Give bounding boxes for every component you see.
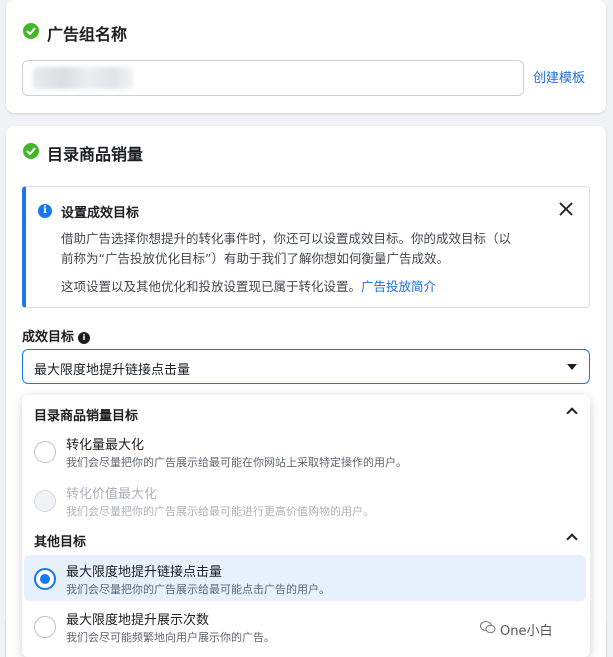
info-line-1: 借助广告选择你想提升的转化事件时，你还可以设置成效目标。你的成效目标（以 xyxy=(61,231,512,246)
check-circle-icon xyxy=(23,23,39,39)
ad-group-name-title: 广告组名称 xyxy=(47,25,128,44)
catalog-sales-title: 目录商品销量 xyxy=(47,145,144,164)
create-template-link[interactable]: 创建模板 xyxy=(533,67,585,86)
info-icon: i xyxy=(38,204,52,218)
ad-group-name-card: 广告组名称 创建模板 xyxy=(6,0,606,113)
performance-goal-select[interactable]: 最大限度地提升链接点击量 xyxy=(22,349,590,384)
option-description: 我们会尽可能频繁地向用户展示你的广告。 xyxy=(66,631,275,644)
performance-goal-label-text: 成效目标 xyxy=(22,330,75,345)
performance-goal-label: 成效目标 i xyxy=(22,326,91,345)
option-description: 我们会尽量把你的广告展示给最可能在你网站上采取特定操作的用户。 xyxy=(66,456,407,469)
option-maximize-link-clicks[interactable]: 最大限度地提升链接点击量 我们会尽量把你的广告展示给最可能点击广告的用户。 xyxy=(24,555,586,601)
option-description: 我们会尽量把你的广告展示给最可能点击广告的用户。 xyxy=(66,583,330,596)
blurred-name-value xyxy=(33,67,133,89)
option-maximize-conversions[interactable]: 转化量最大化 我们会尽量把你的广告展示给最可能在你网站上采取特定操作的用户。 xyxy=(24,428,586,474)
watermark-text: One小白 xyxy=(500,624,553,639)
chevron-up-icon xyxy=(566,407,578,419)
wechat-icon xyxy=(480,621,496,634)
help-icon[interactable]: i xyxy=(78,332,91,344)
performance-goal-value: 最大限度地提升链接点击量 xyxy=(34,363,191,378)
option-title: 转化价值最大化 xyxy=(66,487,158,502)
group-header-catalog[interactable]: 目录商品销量目标 xyxy=(22,397,590,427)
group-title-other: 其他目标 xyxy=(34,535,87,550)
radio-button[interactable] xyxy=(34,441,56,463)
performance-goal-info-box: i 设置成效目标 借助广告选择你想提升的转化事件时，你还可以设置成效目标。你的成… xyxy=(22,186,590,308)
radio-button[interactable] xyxy=(34,616,56,638)
radio-button-selected[interactable] xyxy=(34,568,56,590)
option-title: 转化量最大化 xyxy=(66,438,145,453)
radio-button-disabled xyxy=(34,490,56,512)
option-title: 最大限度地提升展示次数 xyxy=(66,613,210,628)
option-maximize-conversion-value: 转化价值最大化 我们会尽量把你的广告展示给最可能进行更高价值购物的用户。 xyxy=(24,477,586,523)
info-line-3-text: 这项设置以及其他优化和投放设置现已属于转化设置。 xyxy=(61,279,362,294)
check-circle-icon xyxy=(23,143,39,159)
caret-down-icon xyxy=(567,364,577,370)
info-line-3: 这项设置以及其他优化和投放设置现已属于转化设置。广告投放简介 xyxy=(61,277,576,297)
option-description: 我们会尽量把你的广告展示给最可能进行更高价值购物的用户。 xyxy=(66,505,374,518)
info-line-2: 前称为“广告投放优化目标”）有助于我们了解你想如何衡量广告成效。 xyxy=(61,251,449,266)
chevron-up-icon xyxy=(566,533,578,545)
option-title: 最大限度地提升链接点击量 xyxy=(66,565,223,580)
ad-group-name-input[interactable] xyxy=(22,60,524,96)
info-title: 设置成效目标 xyxy=(61,206,140,221)
close-icon[interactable] xyxy=(558,201,574,217)
ad-delivery-intro-link[interactable]: 广告投放简介 xyxy=(361,279,436,294)
performance-goal-dropdown: 目录商品销量目标 转化量最大化 我们会尽量把你的广告展示给最可能在你网站上采取特… xyxy=(22,395,590,657)
group-header-other[interactable]: 其他目标 xyxy=(22,523,590,553)
group-title-catalog: 目录商品销量目标 xyxy=(34,409,139,424)
